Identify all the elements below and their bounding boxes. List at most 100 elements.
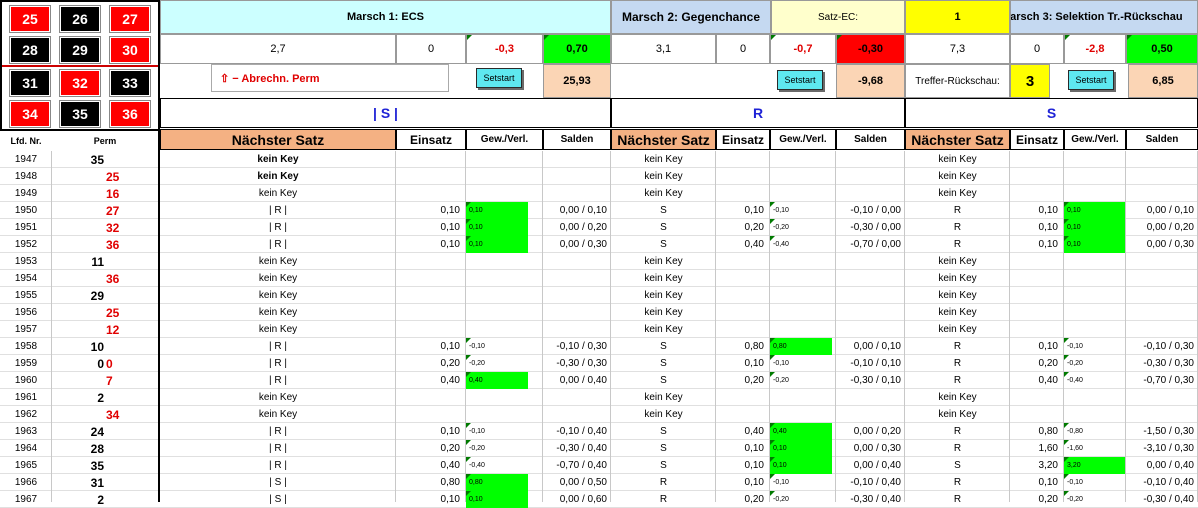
naechster-satz-value: kein Key: [938, 290, 977, 301]
marsch2-summary-value: 0: [739, 43, 747, 55]
marsch2-setstart-button[interactable]: Setstart: [777, 70, 823, 90]
gew-verl-value: 0,10: [466, 491, 528, 508]
naechster-satz-value: | R |: [269, 426, 287, 437]
column-header-gew-verl: Gew./Verl.: [770, 129, 836, 150]
einsatz-value: 0,20: [440, 358, 460, 369]
einsatz-value: [1010, 406, 1064, 423]
salden-value: [836, 321, 905, 338]
gew-verl-value: 0,10: [1064, 236, 1126, 253]
marsch1-summary-value: 0,70: [566, 43, 588, 55]
treffer-value-cell[interactable]: 3: [1010, 64, 1050, 98]
cell-comment-marker: [770, 338, 775, 343]
gew-verl-value: 0,40: [466, 372, 528, 389]
perm-value: 25: [106, 169, 120, 184]
roulette-number-cell[interactable]: 25: [10, 6, 50, 32]
gew-verl-text: -0,40: [1067, 377, 1083, 384]
marsch1-setstart-button[interactable]: Setstart: [476, 68, 522, 88]
naechster-satz-value: kein Key: [644, 307, 683, 318]
salden-value: [1126, 270, 1198, 287]
gew-verl-value: -0,40: [1064, 372, 1126, 389]
naechster-satz-value: | R |: [269, 375, 287, 386]
cell-comment-marker: [1064, 474, 1069, 479]
cell-comment-marker: [770, 474, 775, 479]
marsch2-summary-cell: -0,30: [836, 34, 905, 64]
roulette-number-cell[interactable]: 28: [10, 37, 50, 63]
row-number: 1963: [14, 426, 38, 437]
roulette-number-cell[interactable]: 34: [10, 101, 50, 127]
marsch2-summary-value: -0,30: [857, 43, 884, 55]
gew-verl-text: -0,20: [469, 445, 485, 452]
gew-verl-value: -0,10: [466, 338, 543, 355]
einsatz-value: 0,20: [744, 222, 764, 233]
gew-verl-text: 0,10: [469, 207, 483, 214]
salden-value: -0,30 / 0,10: [850, 375, 901, 386]
roulette-number-cell[interactable]: 33: [110, 70, 150, 96]
salden-value: [543, 321, 611, 338]
gew-verl-value: 0,10: [466, 219, 528, 236]
row-number: 1955: [14, 290, 38, 301]
roulette-number-cell[interactable]: 32: [60, 70, 100, 96]
naechster-satz-value: S: [954, 460, 961, 471]
einsatz-value: 0,10: [440, 341, 460, 352]
column-header-salden: Salden: [543, 129, 611, 150]
gew-verl-value: 0,10: [1064, 202, 1126, 219]
naechster-satz-value: S: [660, 375, 667, 386]
roulette-number-cell[interactable]: 31: [10, 70, 50, 96]
marsch2-saldo-cell: -9,68: [836, 64, 905, 98]
section2-label: R: [752, 105, 764, 121]
salden-value: [543, 304, 611, 321]
naechster-satz-value: kein Key: [644, 392, 683, 403]
einsatz-value: 0,40: [744, 426, 764, 437]
gew-verl-text: -0,10: [469, 343, 485, 350]
roulette-number-cell[interactable]: 30: [110, 37, 150, 63]
einsatz-value: 0,40: [440, 460, 460, 471]
roulette-number-cell[interactable]: 36: [110, 101, 150, 127]
roulette-number-cell[interactable]: 29: [60, 37, 100, 63]
einsatz-value: 0,10: [440, 239, 460, 250]
cell-comment-marker: [770, 457, 775, 462]
gew-verl-text: -0,40: [773, 241, 789, 248]
salden-value: -0,30 / 0,30: [556, 358, 607, 369]
naechster-satz-value: R: [953, 477, 962, 488]
roulette-number-cell[interactable]: 35: [60, 101, 100, 127]
marsch1-summary-value: 0: [427, 43, 435, 55]
einsatz-value: [396, 151, 466, 168]
column-gridline: [51, 151, 52, 502]
treffer-label-cell: Treffer-Rückschau:: [905, 64, 1010, 98]
column-header-perm: Perm: [93, 135, 117, 146]
perm-value: 11: [91, 254, 104, 269]
marsch1-title-cell: Marsch 1: ECS: [160, 0, 611, 34]
marsch3-setstart-button[interactable]: Setstart: [1068, 70, 1114, 90]
naechster-satz-value: R: [953, 426, 962, 437]
marsch3-summary-cell: 7,3: [905, 34, 1010, 64]
salden-value: -0,70 / 0,00: [850, 239, 901, 250]
einsatz-value: 0,20: [744, 375, 764, 386]
column-gridline: [465, 151, 466, 502]
roulette-number: 26: [72, 11, 88, 27]
roulette-number-cell[interactable]: 26: [60, 6, 100, 32]
naechster-satz-value: kein Key: [938, 256, 977, 267]
roulette-number: 28: [22, 42, 38, 58]
roulette-number-cell[interactable]: 27: [110, 6, 150, 32]
satz-ec-value-cell[interactable]: 1: [905, 0, 1010, 34]
salden-value: -0,10 / 0,40: [556, 426, 607, 437]
section3-label: S: [1046, 105, 1057, 121]
perm-value: 25: [106, 305, 120, 320]
einsatz-value: [396, 185, 466, 202]
perm-value: 29: [90, 288, 104, 303]
marsch3-summary-value: 0: [1033, 43, 1041, 55]
gew-verl-value: 0,10: [770, 457, 832, 474]
salden-value: [1126, 389, 1198, 406]
gew-verl-value: -0,40: [770, 236, 836, 253]
treffer-label: Treffer-Rückschau:: [915, 75, 1000, 87]
gew-verl-value: 0,10: [466, 202, 528, 219]
gew-verl-value: -0,20: [466, 355, 543, 372]
naechster-satz-value: | R |: [269, 239, 287, 250]
naechster-satz-value: kein Key: [258, 392, 298, 403]
gew-verl-value: 0,10: [466, 236, 528, 253]
row-number: 1952: [14, 239, 38, 250]
cell-comment-marker: [1064, 423, 1069, 428]
abrechn-perm-box[interactable]: ⇧ − Abrechn. Perm: [211, 64, 449, 92]
marsch3-summary-cell: 0: [1010, 34, 1064, 64]
roulette-number: 33: [122, 75, 138, 91]
